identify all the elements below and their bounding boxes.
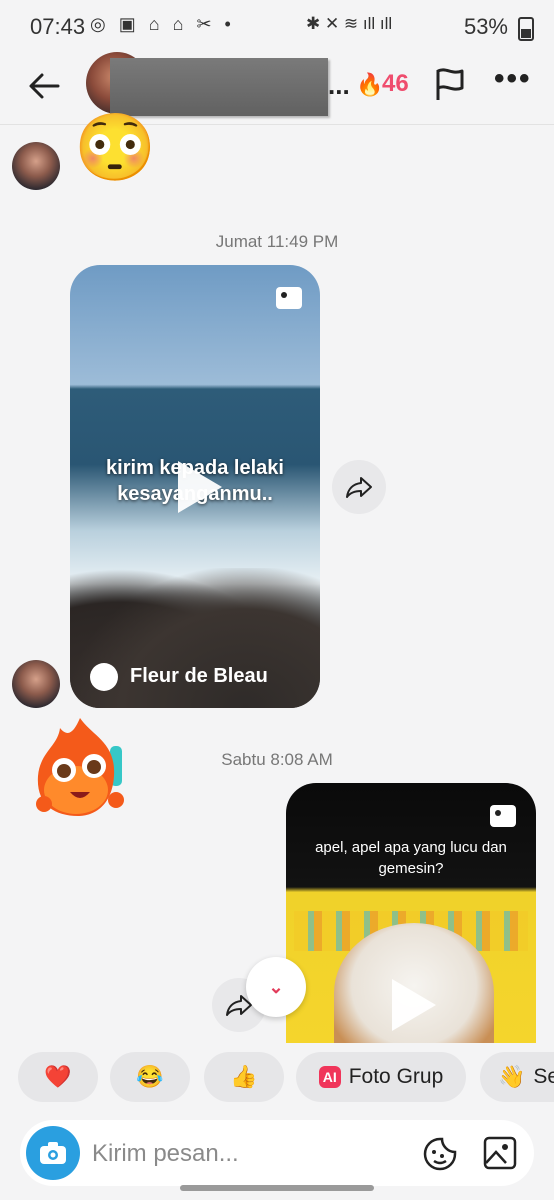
- chip-label: Se: [533, 1065, 554, 1088]
- forward-arrow-icon: [346, 477, 372, 498]
- emoji-flushed-text: 😳: [74, 110, 157, 184]
- quick-reply-thumbsup[interactable]: 👍: [204, 1052, 284, 1102]
- battery-percent: 53%: [463, 14, 508, 39]
- author-avatar: [90, 663, 118, 691]
- video-message-2[interactable]: apel, apel apa yang lucu dan gemesin?: [286, 783, 536, 1043]
- status-time: 07:43: [30, 14, 86, 39]
- gallery-icon[interactable]: [482, 1135, 518, 1171]
- name-ellipsis: ...: [328, 70, 350, 100]
- status-bar: 07:43 ◎ ▣ ⌂ ⌂ ✂ • ✱ ✕ ≋ ıll ıll 53%: [0, 0, 554, 54]
- battery-icon: [518, 17, 534, 41]
- share-button[interactable]: [332, 460, 386, 514]
- quick-reply-heart[interactable]: ❤️: [18, 1052, 98, 1102]
- back-arrow-icon[interactable]: [24, 66, 64, 106]
- quick-replies: ❤️ 😂 👍 AI Foto Grup 👋 Se: [0, 1052, 554, 1102]
- more-options-icon[interactable]: •••: [494, 62, 532, 96]
- signal-icons: ✱ ✕ ≋ ıll ıll: [306, 14, 393, 33]
- streak-fire-icon: 🔥: [356, 72, 384, 97]
- thumbsup-emoji: 👍: [230, 1064, 258, 1089]
- camera-button[interactable]: [26, 1126, 80, 1180]
- timestamp: Sabtu 8:08 AM: [221, 750, 333, 769]
- play-icon[interactable]: [178, 461, 222, 513]
- camera-icon: [40, 1142, 66, 1164]
- laugh-emoji: 😂: [136, 1064, 164, 1089]
- wave-emoji: 👋: [498, 1064, 526, 1089]
- message-composer: Kirim pesan...: [20, 1120, 534, 1186]
- quick-reply-ai-group-photo[interactable]: AI Foto Grup: [296, 1052, 466, 1102]
- chip-label: Foto Grup: [348, 1065, 444, 1088]
- ai-badge: AI: [318, 1066, 341, 1088]
- video-caption: apel, apel apa yang lucu dan gemesin?: [315, 839, 507, 877]
- sender-avatar[interactable]: [12, 660, 60, 708]
- home-indicator: [180, 1185, 374, 1191]
- chevrons-down-icon: ⌄: [268, 976, 284, 997]
- play-icon[interactable]: [392, 979, 436, 1031]
- scroll-down-button[interactable]: ⌄: [246, 957, 306, 1017]
- video-message-1[interactable]: kirim kepada lelaki kesayanganmu.. Fleur…: [70, 265, 320, 708]
- quick-reply-laugh[interactable]: 😂: [110, 1052, 190, 1102]
- heart-emoji: ❤️: [44, 1064, 72, 1089]
- quick-reply-wave[interactable]: 👋 Se: [480, 1052, 554, 1102]
- sender-avatar[interactable]: [12, 142, 60, 190]
- image-icon: [490, 805, 516, 827]
- flushed-emoji-message: 😳: [74, 110, 157, 184]
- image-icon: [276, 287, 302, 309]
- message-input[interactable]: Kirim pesan...: [92, 1140, 239, 1168]
- timestamp: Jumat 11:49 PM: [215, 232, 339, 251]
- flag-icon[interactable]: [430, 64, 470, 104]
- streak-count[interactable]: 46: [382, 70, 409, 98]
- video-author: Fleur de Bleau: [130, 665, 268, 687]
- sticker-icon[interactable]: [422, 1136, 458, 1172]
- notification-icons: ◎ ▣ ⌂ ⌂ ✂ •: [90, 14, 235, 34]
- contact-name-redacted[interactable]: [110, 58, 328, 116]
